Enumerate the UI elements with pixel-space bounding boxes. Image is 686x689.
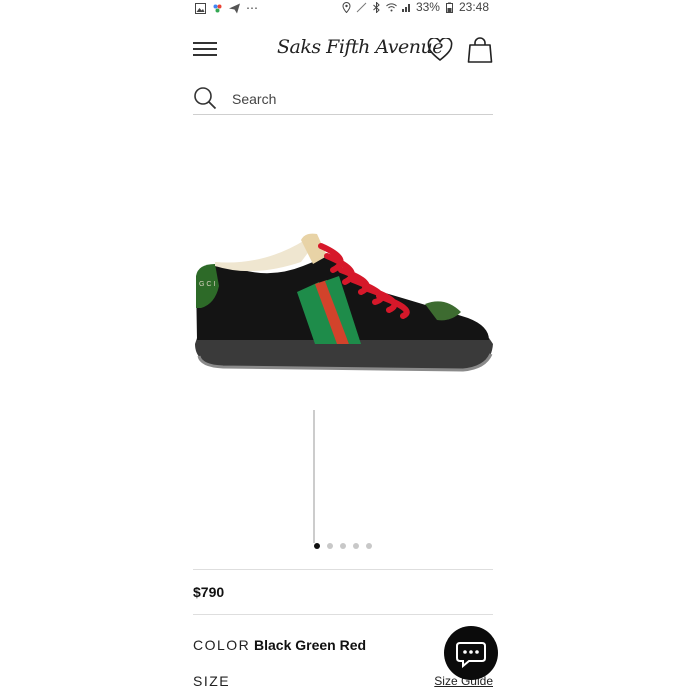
scrollbar[interactable] xyxy=(313,410,315,543)
carousel-dot[interactable] xyxy=(366,543,372,549)
product-image[interactable]: G C I xyxy=(193,226,493,376)
app-screen: ⋯ 33% 23:48 Saks Fifth Avenue Search G C… xyxy=(193,0,493,689)
top-header: Saks Fifth Avenue xyxy=(193,30,493,70)
status-right-icons: 33% 23:48 xyxy=(341,0,489,14)
hamburger-icon[interactable] xyxy=(193,42,217,58)
bluetooth-icon xyxy=(373,1,380,13)
search-input[interactable]: Search xyxy=(193,84,493,115)
search-placeholder: Search xyxy=(232,91,277,107)
product-price: $790 xyxy=(193,584,225,600)
signal-icon xyxy=(401,3,410,12)
color-value: Black Green Red xyxy=(254,637,367,653)
carousel-dot[interactable] xyxy=(314,543,320,549)
wifi-icon xyxy=(386,2,397,11)
status-bar: ⋯ 33% 23:48 xyxy=(193,0,493,16)
status-time: 23:48 xyxy=(458,0,489,14)
assistant-icon xyxy=(213,4,222,12)
carousel-dots xyxy=(314,543,372,549)
more-icon: ⋯ xyxy=(246,1,259,15)
mute-icon xyxy=(356,2,367,12)
shopping-bag-icon[interactable] xyxy=(466,36,494,64)
location-icon xyxy=(342,1,351,13)
gallery-icon xyxy=(195,2,206,14)
carousel-dot[interactable] xyxy=(353,543,359,549)
status-left-icons: ⋯ xyxy=(195,1,259,15)
color-row: COLOR Black Green Red xyxy=(193,637,366,653)
saks-logo[interactable]: Saks Fifth Avenue xyxy=(277,36,444,58)
chat-bubble-icon xyxy=(456,642,486,669)
svg-text:G C I: G C I xyxy=(199,281,215,288)
color-label: COLOR xyxy=(193,637,251,653)
divider xyxy=(193,569,493,570)
battery-percent: 33% xyxy=(415,0,440,14)
battery-icon xyxy=(445,2,453,13)
carousel-dot[interactable] xyxy=(340,543,346,549)
divider xyxy=(193,614,493,615)
size-label: SIZE xyxy=(193,673,231,689)
search-icon xyxy=(194,87,217,110)
heart-icon[interactable] xyxy=(427,38,453,62)
carousel-dot[interactable] xyxy=(327,543,333,549)
chat-button[interactable] xyxy=(444,626,498,680)
send-icon xyxy=(229,3,240,13)
